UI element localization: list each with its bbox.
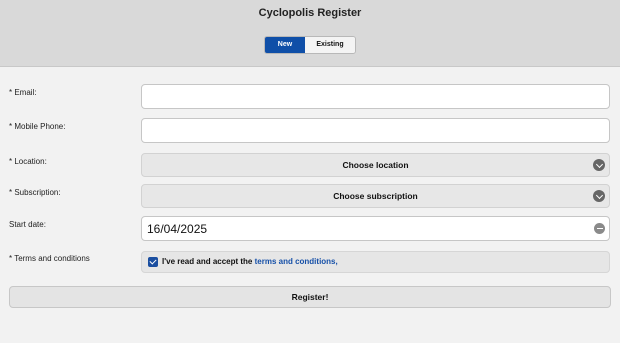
mobile-phone-field[interactable] — [141, 118, 610, 143]
location-label: * Location: — [9, 157, 47, 166]
register-button[interactable]: Register! — [9, 286, 611, 308]
location-select-value: Choose location — [342, 160, 409, 170]
email-label: * Email: — [9, 88, 37, 97]
tab-new-user[interactable]: New User — [265, 37, 305, 53]
subscription-label: * Subscription: — [9, 188, 61, 197]
tab-existing-user[interactable]: Existing User — [305, 37, 355, 53]
clear-date-icon[interactable] — [594, 223, 605, 234]
chevron-down-icon — [593, 190, 605, 202]
page-title: Cyclopolis Register — [258, 7, 362, 19]
mobile-phone-label: * Mobile Phone: — [9, 122, 66, 131]
start-date-label: Start date: — [9, 220, 46, 229]
terms-link[interactable]: terms and conditions, — [255, 257, 338, 266]
terms-checkbox[interactable] — [148, 257, 158, 267]
terms-label: * Terms and conditions — [9, 254, 90, 263]
terms-text: I've read and accept the terms and condi… — [162, 257, 338, 266]
terms-text-prefix: I've read and accept the — [162, 257, 255, 266]
start-date-value: 16/04/2025 — [147, 222, 208, 236]
location-select[interactable]: Choose location — [141, 153, 610, 177]
email-field[interactable] — [141, 84, 610, 109]
terms-container: I've read and accept the terms and condi… — [141, 251, 610, 273]
subscription-select-value: Choose subscription — [333, 191, 418, 201]
user-type-toggle: New User Existing User — [264, 36, 356, 54]
chevron-down-icon — [593, 159, 605, 171]
header-bar: Cyclopolis Register New User Existing Us… — [0, 0, 620, 67]
subscription-select[interactable]: Choose subscription — [141, 184, 610, 208]
start-date-field[interactable]: 16/04/2025 — [141, 216, 610, 241]
